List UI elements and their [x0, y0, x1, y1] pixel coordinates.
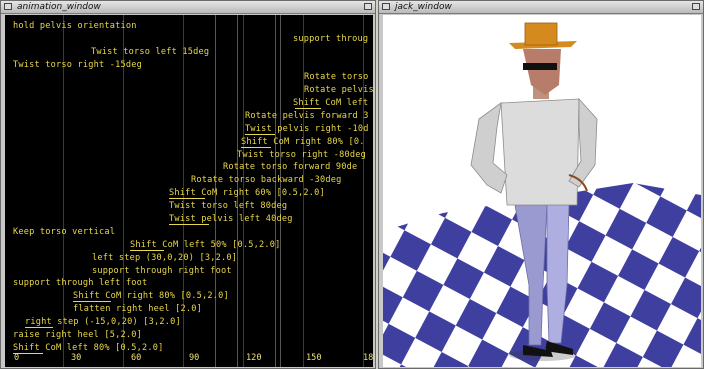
jack-window: jack_window — [378, 0, 704, 369]
command-row[interactable]: support through left foot — [13, 278, 147, 288]
axis-tick: 60 — [131, 353, 142, 363]
axis-tick: 90 — [189, 353, 200, 363]
command-row[interactable]: Rotate pelvis — [304, 85, 373, 95]
command-row[interactable]: Twist torso right -15deg — [13, 60, 142, 70]
animation-window-title: animation_window — [17, 2, 101, 12]
command-row[interactable]: hold pelvis orientation — [13, 21, 137, 31]
animation-timeline[interactable]: hold pelvis orientation support throug T… — [5, 15, 373, 367]
command-row[interactable]: support through right foot — [92, 266, 232, 276]
axis-tick: 0 — [14, 353, 20, 363]
scene-render — [383, 22, 701, 367]
command-row[interactable]: Twist torso right -80deg — [237, 150, 366, 160]
axis-tick: 150 — [306, 353, 322, 363]
command-row[interactable]: left step (30,0,20) [3,2.0] — [92, 253, 237, 263]
3d-viewport[interactable] — [383, 15, 701, 367]
maximize-icon[interactable] — [364, 3, 372, 10]
command-row[interactable]: Twist pelvis right -10d — [245, 124, 369, 134]
command-row[interactable]: Rotate torso backward -30deg — [191, 175, 341, 185]
animation-window-titlebar[interactable]: animation_window — [1, 1, 375, 14]
command-row[interactable]: Rotate pelvis forward 3 — [245, 111, 369, 121]
command-row[interactable]: Shift CoM right 60% [0.5,2.0] — [169, 188, 325, 198]
window-menu-icon[interactable] — [4, 3, 12, 10]
command-row[interactable]: support throug — [293, 34, 368, 44]
window-menu-icon[interactable] — [382, 3, 390, 10]
animation-window: animation_window hold pelvis orientation… — [0, 0, 376, 369]
command-row[interactable]: Shift CoM left — [293, 98, 368, 108]
axis-tick: 18 — [363, 353, 373, 363]
command-row[interactable]: Shift CoM left 80% [0.5,2.0] — [13, 343, 163, 353]
command-row[interactable]: raise right heel [5,2.0] — [13, 330, 142, 340]
command-row[interactable]: Shift CoM right 80% [0. — [241, 137, 365, 147]
command-row[interactable]: Shift CoM left 50% [0.5,2.0] — [130, 240, 280, 250]
command-row[interactable]: flatten right heel [2.0] — [73, 304, 202, 314]
command-row[interactable]: Twist torso left 15deg — [91, 47, 209, 57]
command-row[interactable]: Twist torso left 80deg — [169, 201, 287, 211]
jack-window-titlebar[interactable]: jack_window — [379, 1, 703, 14]
command-row[interactable]: Keep torso vertical — [13, 227, 115, 237]
command-row[interactable]: Twist pelvis left 40deg — [169, 214, 293, 224]
command-row[interactable]: Rotate torso forward 90de — [223, 162, 357, 172]
command-row[interactable]: Shift CoM right 80% [0.5,2.0] — [73, 291, 229, 301]
command-row[interactable]: Rotate torso — [304, 72, 369, 82]
axis-tick: 120 — [246, 353, 262, 363]
command-row[interactable]: right step (-15,0,20) [3,2.0] — [25, 317, 181, 327]
jack-window-title: jack_window — [395, 2, 452, 12]
axis-tick: 30 — [71, 353, 82, 363]
maximize-icon[interactable] — [692, 3, 700, 10]
